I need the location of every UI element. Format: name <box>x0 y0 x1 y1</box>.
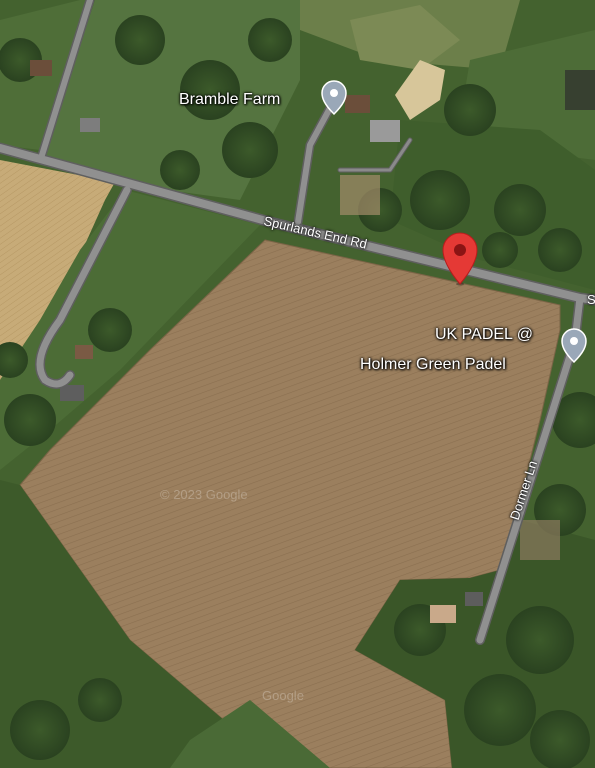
place-label-bramble-farm[interactable]: Bramble Farm <box>179 90 280 110</box>
google-watermark: Google <box>262 688 304 703</box>
road-label-edge-fragment: S <box>587 292 595 307</box>
copyright-watermark: © 2023 Google <box>160 487 248 502</box>
place-label-uk-padel[interactable]: UK PADEL @ <box>435 325 533 345</box>
satellite-map[interactable] <box>0 0 595 768</box>
place-label-holmer-green-padel[interactable]: Holmer Green Padel <box>360 355 506 375</box>
